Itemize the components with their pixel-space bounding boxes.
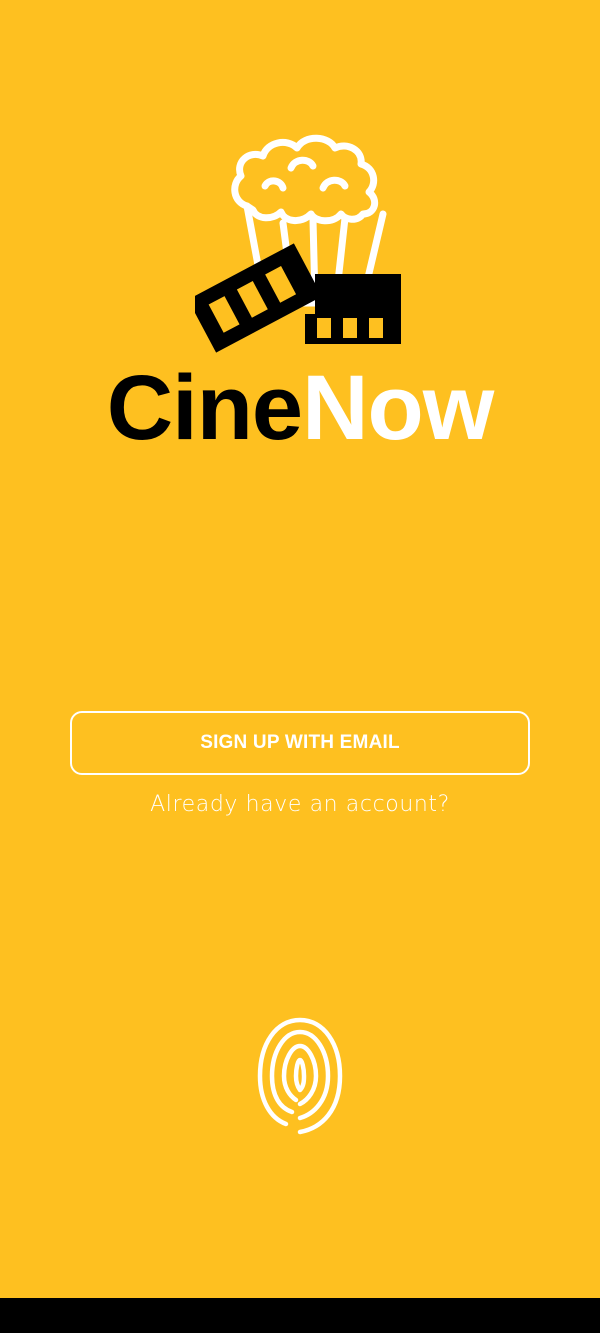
login-link[interactable]: Already have an account?: [0, 792, 600, 817]
fingerprint-icon[interactable]: [250, 1014, 350, 1138]
welcome-screen: CineNow SIGN UP WITH EMAIL Already have …: [0, 0, 600, 1298]
brand-name-part2: Now: [302, 357, 494, 459]
signup-email-button[interactable]: SIGN UP WITH EMAIL: [70, 711, 530, 775]
signup-email-button-label: SIGN UP WITH EMAIL: [200, 732, 400, 753]
system-navigation-bar: [0, 1298, 600, 1333]
brand-name-part1: Cine: [106, 357, 303, 459]
app-logo-wordmark: CineNow: [0, 362, 600, 454]
popcorn-film-logo-icon: [195, 134, 401, 353]
